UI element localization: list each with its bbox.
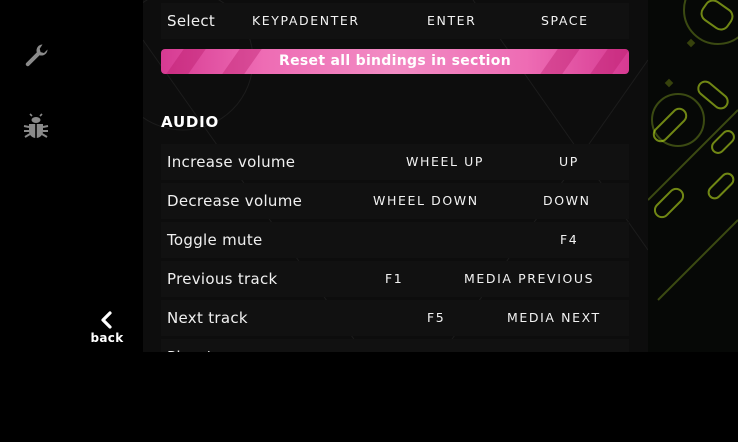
binding-key-tertiary[interactable]: SPACE [541,3,589,39]
binding-row-decrease-volume[interactable]: Decrease volume WHEEL DOWN DOWN [161,183,629,219]
binding-label: Toggle mute [167,231,263,249]
binding-key-primary[interactable]: WHEEL DOWN [373,183,479,219]
binding-key-secondary[interactable]: MEDIA NEXT [507,300,601,336]
binding-key-primary[interactable]: KEYPADENTER [252,3,360,39]
binding-row-previous-track[interactable]: Previous track F1 MEDIA PREVIOUS [161,261,629,297]
left-toolbar [0,0,70,352]
binding-key-primary[interactable]: MEDIA PLAY [393,339,484,352]
viewport: back Select KEYPADENTER ENTER SPACE Rese… [0,0,738,352]
settings-panel: Select KEYPADENTER ENTER SPACE Reset all… [143,0,648,352]
binding-key-secondary[interactable]: UP [559,144,579,180]
binding-label: Next track [167,309,248,327]
neon-decoration [648,0,738,352]
reset-bindings-label: Reset all bindings in section [279,53,511,69]
bottom-blank-area [0,352,738,442]
binding-label: Select [167,12,216,30]
binding-key-secondary[interactable]: DOWN [543,183,591,219]
binding-row-next-track[interactable]: Next track F5 MEDIA NEXT [161,300,629,336]
reset-bindings-button[interactable]: Reset all bindings in section [161,49,629,74]
binding-key-primary[interactable]: F1 [385,261,403,297]
binding-label: Previous track [167,270,278,288]
binding-key-secondary[interactable]: F3 [560,339,578,352]
binding-label: Decrease volume [167,192,303,210]
wrench-icon[interactable] [22,41,50,69]
binding-key-secondary[interactable]: ENTER [427,3,476,39]
binding-row-increase-volume[interactable]: Increase volume WHEEL UP UP [161,144,629,180]
section-title-audio: AUDIO [161,113,220,131]
binding-row-select[interactable]: Select KEYPADENTER ENTER SPACE [161,3,629,39]
back-label: back [90,331,124,345]
binding-label: Increase volume [167,153,296,171]
binding-label: Play / pause [167,339,262,352]
binding-key-primary[interactable]: WHEEL UP [406,144,484,180]
chevron-left-icon [101,311,112,329]
binding-key-primary[interactable]: F5 [427,300,445,336]
bug-icon[interactable] [22,112,50,140]
binding-key-secondary[interactable]: F4 [560,222,578,258]
binding-row-toggle-mute[interactable]: Toggle mute F4 [161,222,629,258]
back-button[interactable]: back [88,310,126,350]
binding-key-secondary[interactable]: MEDIA PREVIOUS [464,261,594,297]
binding-row-play-pause[interactable]: Play / pause MEDIA PLAY F3 [161,339,629,352]
